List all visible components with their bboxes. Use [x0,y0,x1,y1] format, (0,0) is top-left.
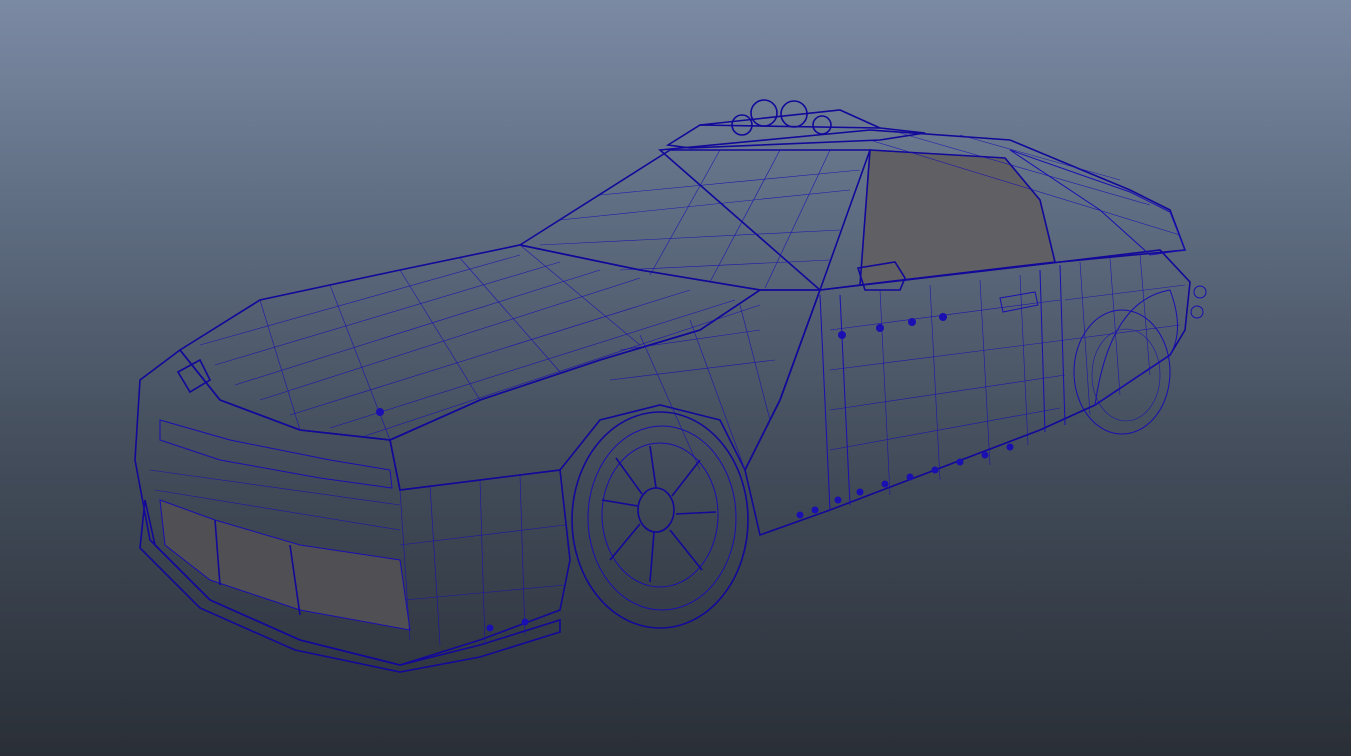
rivets [376,313,1014,632]
car-body [134,129,1191,673]
front-emblem [176,358,212,394]
front-wheel [571,411,749,629]
door-handle [999,291,1039,313]
3d-viewport[interactable] [0,0,1351,756]
rear-wheel [1073,309,1171,435]
car-model-mesh[interactable] [0,0,1351,756]
rear-lights [1190,285,1207,319]
roof-light-rack [665,99,926,149]
